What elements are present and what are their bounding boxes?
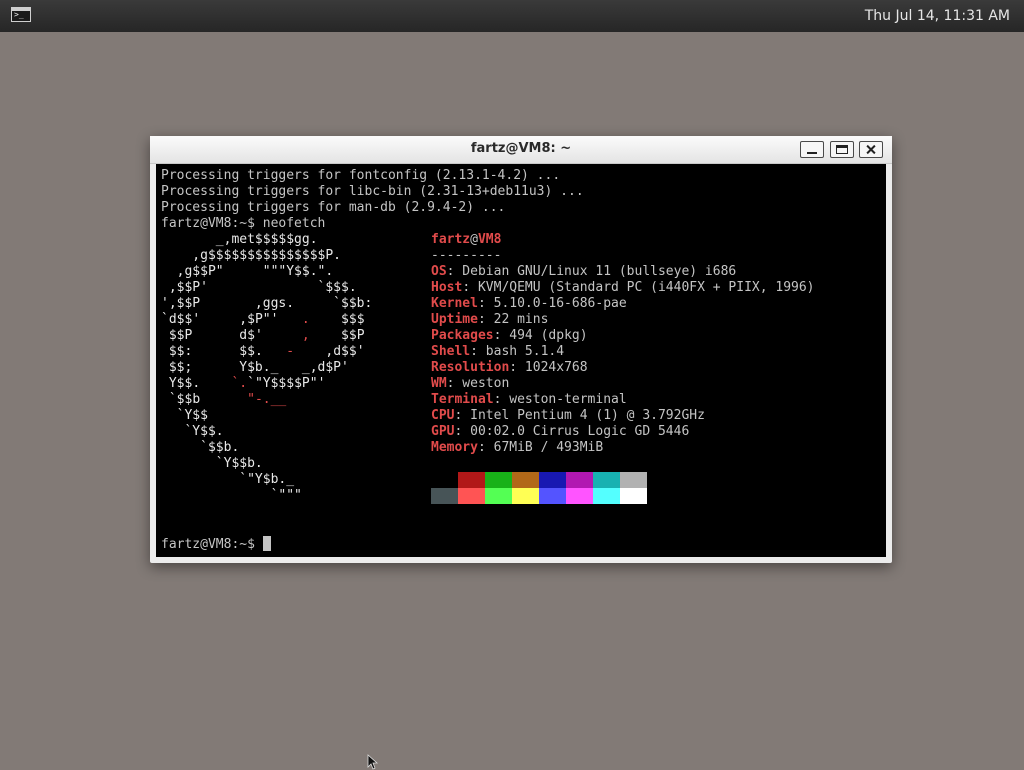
color-swatch — [593, 472, 620, 488]
logo-line: `"Y$b._ — [161, 472, 295, 487]
info-line: WM: weston — [431, 376, 815, 392]
close-icon[interactable] — [859, 141, 883, 158]
info-line: OS: Debian GNU/Linux 11 (bullseye) i686 — [431, 264, 815, 280]
info-line: Packages: 494 (dpkg) — [431, 328, 815, 344]
logo-line: $$; Y$b._ _,d$P' — [161, 360, 349, 375]
debian-ascii-logo: _,met$$$$$gg. ,g$$$$$$$$$$$$$$$P. ,g$$P"… — [161, 232, 372, 504]
info-value: : weston — [446, 376, 510, 391]
info-line: Resolution: 1024x768 — [431, 360, 815, 376]
logo-line: `$$b "-.__ — [168, 392, 287, 407]
color-swatch — [485, 472, 512, 488]
info-value: : 67MiB / 493MiB — [477, 440, 604, 455]
info-value: : 494 (dpkg) — [493, 328, 588, 343]
color-swatch — [458, 488, 485, 504]
window-title: fartz@VM8: ~ — [470, 141, 572, 156]
color-swatch — [512, 488, 539, 504]
info-line: GPU: 00:02.0 Cirrus Logic GD 5446 — [431, 424, 815, 440]
logo-line: $$: $$. - ,d$$' — [168, 344, 365, 359]
output-line: Processing triggers for libc-bin (2.31-1… — [161, 184, 584, 199]
info-key: Host — [431, 280, 463, 295]
info-line: Kernel: 5.10.0-16-686-pae — [431, 296, 815, 312]
info-key: Memory — [431, 440, 478, 455]
logo-line: ',$$P ,ggs. `$$b: — [161, 296, 373, 311]
info-value: : 22 mins — [477, 312, 549, 327]
info-user: fartz — [431, 232, 471, 247]
title-bar[interactable]: fartz@VM8: ~ — [150, 136, 892, 164]
info-value: : 5.10.0-16-686-pae — [477, 296, 627, 311]
logo-line: `d$$' ,$P"' . $$$ — [161, 312, 365, 327]
info-line: Memory: 67MiB / 493MiB — [431, 440, 815, 456]
info-key: Resolution — [431, 360, 510, 375]
info-key: Packages — [431, 328, 494, 343]
maximize-icon[interactable] — [830, 141, 854, 158]
logo-line: `Y$$. — [161, 424, 224, 439]
info-value: : Debian GNU/Linux 11 (bullseye) i686 — [446, 264, 737, 279]
info-line: Host: KVM/QEMU (Standard PC (i440FX + PI… — [431, 280, 815, 296]
color-swatch — [431, 472, 458, 488]
color-swatch — [566, 488, 593, 504]
color-swatch — [539, 472, 566, 488]
output-line: Processing triggers for fontconfig (2.13… — [161, 168, 561, 183]
info-line: Shell: bash 5.1.4 — [431, 344, 815, 360]
color-swatch — [620, 488, 647, 504]
logo-line: _,met$$$$$gg. — [161, 232, 318, 247]
logo-line: `$$b. — [161, 440, 240, 455]
command-line: fartz@VM8:~$ neofetch — [161, 216, 326, 231]
info-value: : 1024x768 — [509, 360, 588, 375]
user-host: fartz@VM8 — [431, 232, 815, 248]
color-swatch — [566, 472, 593, 488]
logo-line: `""" — [161, 488, 302, 503]
system-info: fartz@VM8 --------- OS: Debian GNU/Linux… — [431, 232, 815, 456]
info-key: Terminal — [431, 392, 494, 407]
terminal-content[interactable]: Processing triggers for fontconfig (2.13… — [156, 164, 886, 557]
top-panel: Thu Jul 14, 11:31 AM — [0, 0, 1024, 32]
logo-line: ,g$$$$$$$$$$$$$$$P. — [161, 248, 342, 263]
minimize-icon[interactable] — [800, 141, 824, 158]
info-line: Terminal: weston-terminal — [431, 392, 815, 408]
logo-line: Y$$. `.`"Y$$$$P"' — [168, 376, 326, 391]
logo-line: ,g$$P" """Y$$.". — [161, 264, 334, 279]
info-at: @ — [470, 232, 478, 247]
color-swatch — [458, 472, 485, 488]
info-value: : 00:02.0 Cirrus Logic GD 5446 — [454, 424, 690, 439]
info-value: : Intel Pentium 4 (1) @ 3.792GHz — [454, 408, 705, 423]
cursor — [262, 536, 271, 551]
info-value: : KVM/QEMU (Standard PC (i440FX + PIIX, … — [462, 280, 815, 295]
info-key: Kernel — [431, 296, 478, 311]
logo-line: `Y$$b. — [161, 456, 263, 471]
info-line: Uptime: 22 mins — [431, 312, 815, 328]
info-key: WM — [431, 376, 447, 391]
clock: Thu Jul 14, 11:31 AM — [864, 8, 1010, 24]
terminal-icon[interactable] — [11, 7, 31, 22]
prompt: fartz@VM8:~$ — [161, 537, 263, 552]
color-swatch — [512, 472, 539, 488]
prompt-line: fartz@VM8:~$ — [161, 536, 271, 552]
color-swatch — [431, 488, 458, 504]
logo-line: $$P d$' , $$P — [168, 328, 365, 343]
info-separator: --------- — [431, 248, 502, 263]
output-line: Processing triggers for man-db (2.9.4-2)… — [161, 200, 506, 215]
info-host: VM8 — [477, 232, 502, 247]
info-key: GPU — [431, 424, 455, 439]
info-key: CPU — [431, 408, 455, 423]
info-line: CPU: Intel Pentium 4 (1) @ 3.792GHz — [431, 408, 815, 424]
color-swatch — [539, 488, 566, 504]
color-swatch — [593, 488, 620, 504]
logo-line: `Y$$ — [161, 408, 208, 423]
info-key: Uptime — [431, 312, 478, 327]
info-key: OS — [431, 264, 447, 279]
color-swatch — [485, 488, 512, 504]
info-value: : bash 5.1.4 — [470, 344, 565, 359]
logo-line: ,$$P' `$$$. — [161, 280, 357, 295]
info-key: Shell — [431, 344, 471, 359]
info-value: : weston-terminal — [493, 392, 627, 407]
terminal-window[interactable]: fartz@VM8: ~ Processing triggers for fon… — [150, 136, 892, 563]
color-swatch — [620, 472, 647, 488]
